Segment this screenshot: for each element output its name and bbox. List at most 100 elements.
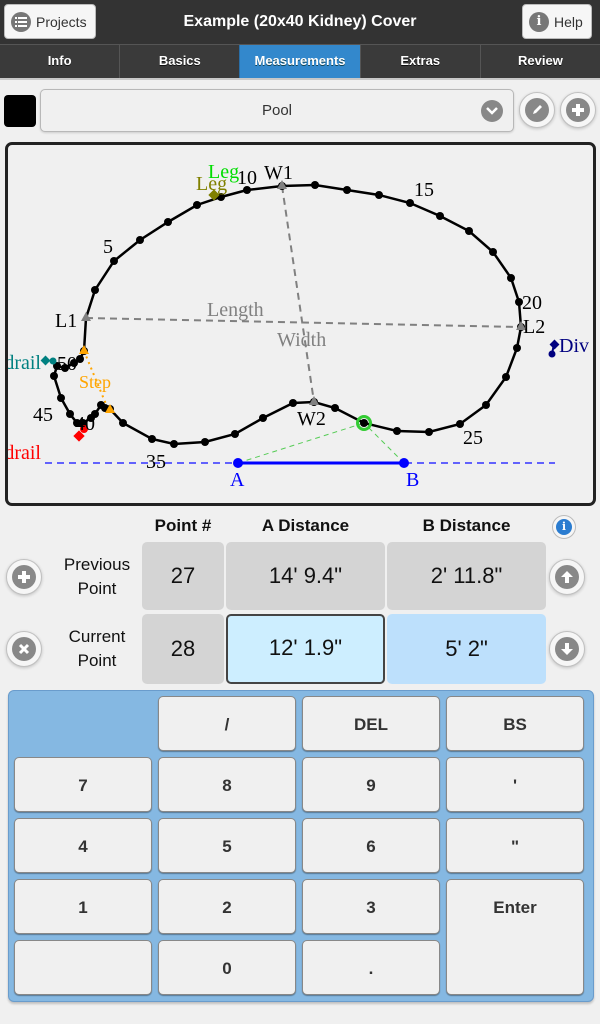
outline-point[interactable] [513, 344, 521, 352]
current-b-distance-input[interactable]: 5' 2" [387, 614, 546, 684]
pool-diagram[interactable]: 5 10 15 20 25 35 40 45 50 W1 W2 L1 L2 Le… [5, 142, 596, 506]
key-backspace[interactable]: BS [446, 696, 584, 751]
key-0[interactable]: 0 [158, 940, 296, 995]
outline-point[interactable] [507, 274, 515, 282]
delete-point-button[interactable] [6, 631, 42, 667]
handrail-label-teal: Handrail [5, 352, 41, 374]
shape-select[interactable]: Pool [40, 89, 514, 132]
l1-label: L1 [55, 310, 77, 332]
current-a-distance-input[interactable]: 12' 1.9" [226, 614, 385, 684]
outline-point[interactable] [465, 227, 473, 235]
edit-shape-button[interactable] [519, 92, 555, 128]
a-label: A [230, 469, 245, 491]
outline-point[interactable] [360, 419, 368, 427]
key-slash[interactable]: / [158, 696, 296, 751]
outline-point[interactable] [406, 199, 414, 207]
outline-point[interactable] [110, 257, 118, 265]
outline-point[interactable] [311, 181, 319, 189]
previous-b-distance[interactable]: 2' 11.8" [387, 542, 546, 610]
outline-point[interactable] [231, 430, 239, 438]
plus-icon [566, 98, 590, 122]
outline-point[interactable] [259, 414, 267, 422]
outline-point[interactable] [393, 427, 401, 435]
projects-label: Projects [36, 13, 87, 30]
handrail-label-red: Handrail [5, 442, 41, 464]
add-shape-button[interactable] [560, 92, 596, 128]
outline-point[interactable] [136, 236, 144, 244]
outline-point[interactable] [482, 401, 490, 409]
outline-point[interactable] [193, 201, 201, 209]
key-5[interactable]: 5 [158, 818, 296, 873]
key-enter[interactable]: Enter [446, 879, 584, 995]
outline-point[interactable] [148, 435, 156, 443]
outline-point[interactable] [91, 286, 99, 294]
projects-button[interactable]: Projects [4, 4, 96, 39]
outline-point[interactable] [97, 401, 105, 409]
help-button[interactable]: i Help [522, 4, 592, 39]
outline-point[interactable] [289, 399, 297, 407]
color-swatch[interactable] [4, 95, 36, 127]
previous-a-distance[interactable]: 14' 9.4" [226, 542, 385, 610]
key-2[interactable]: 2 [158, 879, 296, 934]
point-label-5: 5 [103, 236, 113, 258]
tab-measurements[interactable]: Measurements [239, 45, 360, 78]
l2-label: L2 [523, 316, 545, 338]
key-7[interactable]: 7 [14, 757, 152, 812]
key-del[interactable]: DEL [302, 696, 440, 751]
point-label-15: 15 [414, 179, 434, 201]
tab-divider [0, 78, 600, 80]
outline-point[interactable] [489, 248, 497, 256]
outline-point[interactable] [119, 419, 127, 427]
outline-point[interactable] [375, 191, 383, 199]
outline-point[interactable] [66, 410, 74, 418]
outline-point[interactable] [436, 212, 444, 220]
previous-point-up-button[interactable] [549, 559, 585, 595]
arrow-down-icon [555, 637, 579, 661]
key-9[interactable]: 9 [302, 757, 440, 812]
leg-label-olive: Leg [196, 173, 227, 195]
outline-point[interactable] [343, 186, 351, 194]
key-inches[interactable]: " [446, 818, 584, 873]
next-point-down-button[interactable] [549, 631, 585, 667]
point-label-35: 35 [146, 451, 166, 473]
key-decimal[interactable]: . [302, 940, 440, 995]
tab-info[interactable]: Info [0, 45, 119, 78]
outline-point[interactable] [201, 438, 209, 446]
chevron-down-icon [481, 100, 503, 122]
outline-point[interactable] [164, 218, 172, 226]
outline-point[interactable] [331, 404, 339, 412]
plus-icon [12, 565, 36, 589]
l1-marker [81, 312, 91, 321]
shape-select-value: Pool [261, 102, 293, 119]
point-label-50: 50 [57, 353, 77, 375]
width-label: Width [277, 329, 326, 351]
key-3[interactable]: 3 [302, 879, 440, 934]
measurements-info-button[interactable]: i [552, 515, 576, 539]
point-label-45: 45 [33, 404, 53, 426]
key-6[interactable]: 6 [302, 818, 440, 873]
tab-extras[interactable]: Extras [359, 45, 480, 78]
key-4[interactable]: 4 [14, 818, 152, 873]
outline-point[interactable] [170, 440, 178, 448]
key-8[interactable]: 8 [158, 757, 296, 812]
outline-point[interactable] [502, 373, 510, 381]
b-label: B [406, 469, 419, 491]
add-point-button[interactable] [6, 559, 42, 595]
a-distance-header: A Distance [261, 516, 350, 535]
outline-point[interactable] [425, 428, 433, 436]
key-1[interactable]: 1 [14, 879, 152, 934]
outline-point[interactable] [57, 394, 65, 402]
tab-review[interactable]: Review [479, 45, 600, 78]
key-feet[interactable]: ' [446, 757, 584, 812]
previous-point-number[interactable]: 27 [142, 542, 224, 610]
pool-outline [50, 181, 525, 448]
pool-diagram-svg[interactable]: 5 10 15 20 25 35 40 45 50 W1 W2 L1 L2 Le… [5, 142, 596, 506]
tab-basics[interactable]: Basics [119, 45, 239, 78]
key-blank[interactable] [14, 940, 152, 995]
info-icon: i [556, 519, 572, 535]
point-b[interactable] [399, 458, 409, 468]
current-point-number[interactable]: 28 [142, 614, 224, 684]
outline-point[interactable] [76, 355, 84, 363]
point-a[interactable] [233, 458, 243, 468]
div-label: Div [559, 335, 589, 357]
